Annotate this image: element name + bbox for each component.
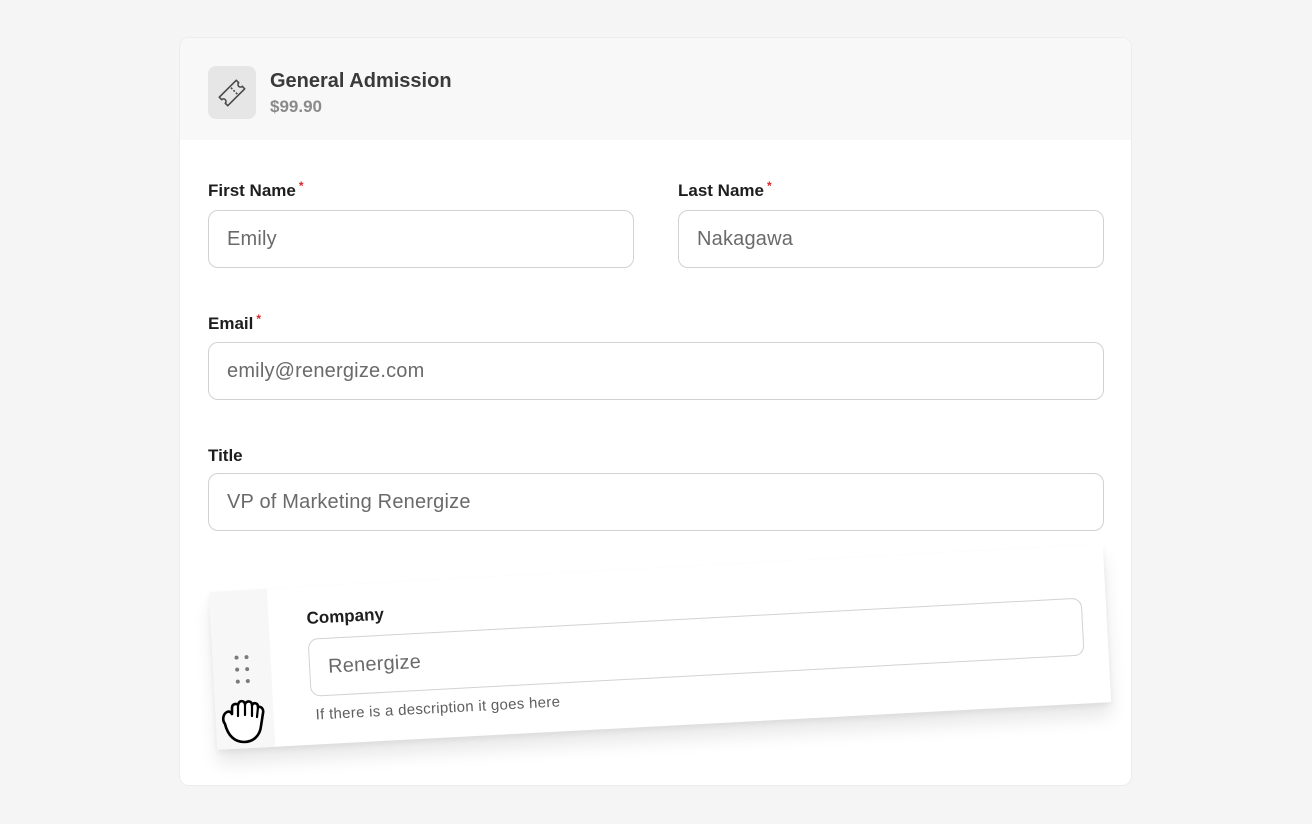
last-name-label: Last Name *: [678, 179, 772, 201]
title-input[interactable]: VP of Marketing Renergize: [208, 473, 1104, 531]
email-label-text: Email: [208, 314, 254, 333]
first-name-label-text: First Name: [208, 181, 296, 200]
company-value: Renergize: [327, 650, 422, 678]
ticket-title: General Admission: [270, 70, 452, 92]
last-name-value: Nakagawa: [697, 227, 794, 250]
company-description: If there is a description it goes here: [315, 693, 561, 724]
required-marker: *: [766, 179, 772, 193]
last-name-label-text: Last Name: [678, 181, 764, 200]
email-value: emily@renergize.com: [227, 359, 425, 382]
first-name-label: First Name *: [208, 179, 304, 201]
first-name-value: Emily: [227, 227, 277, 250]
first-name-input[interactable]: Emily: [208, 210, 634, 268]
ticket-header: General Admission $99.90: [180, 38, 1131, 140]
email-label: Email *: [208, 312, 262, 334]
title-label: Title: [208, 446, 243, 466]
company-label: Company: [306, 604, 385, 628]
ticket-price: $99.90: [270, 97, 322, 116]
ticket-icon: [208, 66, 256, 119]
title-value: VP of Marketing Renergize: [227, 490, 471, 513]
email-input[interactable]: emily@renergize.com: [208, 342, 1104, 400]
required-marker: *: [298, 179, 304, 193]
drag-handle-icon[interactable]: [234, 654, 252, 686]
company-input[interactable]: Renergize: [307, 597, 1085, 697]
title-label-text: Title: [208, 446, 243, 465]
required-marker: *: [256, 312, 262, 326]
last-name-input[interactable]: Nakagawa: [678, 210, 1104, 268]
grab-hand-cursor-icon: [216, 686, 278, 748]
